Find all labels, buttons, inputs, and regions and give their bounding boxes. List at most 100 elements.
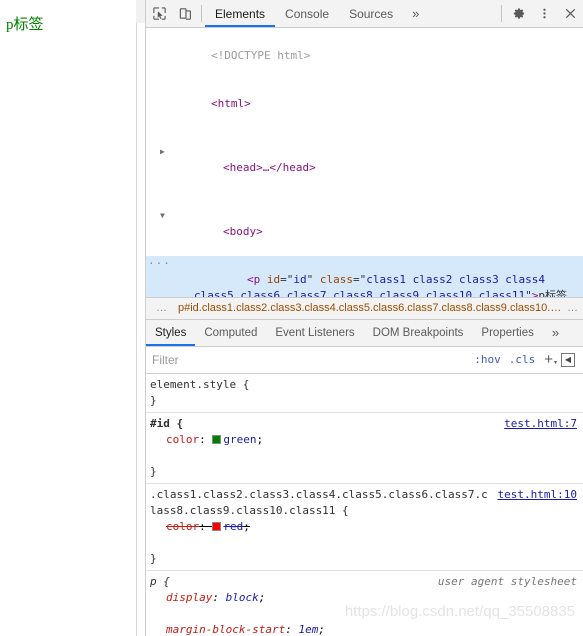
dom-line-doctype: <!DOCTYPE html> [146, 32, 583, 80]
declaration-property[interactable]: color [166, 433, 199, 446]
tab-computed-label: Computed [204, 326, 258, 339]
styles-rules-list[interactable]: element.style { } #id { test.html:7 colo… [146, 373, 583, 636]
color-swatch-green[interactable] [212, 434, 222, 444]
dom-line-head[interactable]: ▶ <head>…</head> [146, 128, 583, 192]
declaration-color-red-overridden[interactable]: color: red; [146, 519, 583, 551]
declaration-semicolon: ; [318, 622, 325, 636]
tab-console[interactable]: Console [275, 0, 339, 27]
devtools-window: p标签 Elements Console Sources » <!DOCTYPE… [0, 0, 583, 636]
hov-toggle-button[interactable]: :hov [470, 353, 505, 366]
tab-dom-breakpoints[interactable]: DOM Breakpoints [364, 320, 473, 346]
breadcrumb-overflow-right[interactable]: … [562, 302, 579, 314]
rule-selector[interactable]: .class1.class2.class3.class4.class5.clas… [150, 487, 490, 519]
rule-source-link[interactable]: test.html:7 [496, 416, 577, 432]
rule-selector[interactable]: p { [150, 574, 430, 590]
tab-event-listeners[interactable]: Event Listeners [266, 320, 363, 346]
declaration-display: display: block; [146, 590, 583, 622]
filter-input[interactable] [146, 348, 471, 371]
declaration-property: display [166, 590, 213, 604]
page-content: p标签 [6, 16, 135, 34]
computed-sidebar-toggle[interactable]: ◀ [561, 352, 575, 367]
style-rule-user-agent-p[interactable]: p { user agent stylesheet display: block… [146, 571, 583, 636]
dom-node-selected-p[interactable]: ··· <p id="id" class="class1 class2 class… [146, 256, 583, 297]
tab-console-label: Console [285, 6, 330, 21]
page-viewport: p标签 [0, 0, 146, 636]
rule-header: element.style { [146, 377, 583, 393]
head-collapsed-tag: <head>…</head> [222, 161, 316, 174]
devtools-panel: Elements Console Sources » <!DOCTYPE htm… [146, 0, 583, 636]
cls-toggle-button[interactable]: .cls [505, 353, 540, 366]
style-rule-classes[interactable]: .class1.class2.class3.class4.class5.clas… [146, 484, 583, 571]
rule-close-brace: } [150, 393, 157, 407]
caret-down-icon: ▾ [553, 360, 557, 367]
rule-source-note: user agent stylesheet [437, 574, 577, 588]
p-open-bracket: < [246, 273, 254, 286]
dom-line-html-open[interactable]: <html> [146, 80, 583, 128]
declaration-colon: : [199, 432, 213, 446]
device-toolbar-icon[interactable] [172, 0, 198, 27]
tab-computed[interactable]: Computed [195, 320, 266, 346]
declaration-colon: : [199, 519, 213, 533]
declaration-semicolon: ; [258, 590, 266, 604]
declaration-value[interactable]: red [223, 520, 243, 533]
declaration-color-green[interactable]: color: green; [146, 432, 583, 464]
body-open-tag: <body> [222, 225, 263, 238]
styles-more-tabs-chevron-icon[interactable]: » [543, 320, 568, 346]
rule-selector[interactable]: #id { [150, 416, 496, 432]
toolbar-divider [201, 5, 202, 22]
breadcrumb-path[interactable]: p#id.class1.class2.class3.class4.class5.… [178, 302, 562, 314]
declaration-property[interactable]: color [166, 520, 199, 533]
rule-source-link[interactable]: test.html:10 [490, 487, 577, 503]
styles-pane-tabs: Styles Computed Event Listeners DOM Brea… [146, 318, 583, 347]
chevron-down-icon[interactable]: ▼ [160, 208, 165, 224]
tab-properties[interactable]: Properties [472, 320, 542, 346]
p-attr-id-value[interactable]: id [293, 273, 306, 286]
p-attr-id-name: id [266, 273, 281, 286]
breadcrumb-overflow-left[interactable]: … [150, 302, 178, 314]
tab-elements[interactable]: Elements [205, 0, 276, 27]
declaration-value[interactable]: green [223, 433, 256, 446]
tab-sources-label: Sources [349, 6, 394, 21]
tab-event-listeners-label: Event Listeners [275, 326, 355, 339]
style-rule-element-style[interactable]: element.style { } [146, 374, 583, 413]
declaration-semicolon: ; [243, 519, 250, 533]
tab-styles-label: Styles [155, 326, 187, 339]
kebab-menu-icon[interactable] [531, 0, 557, 27]
viewport-scrollbar[interactable] [136, 23, 145, 636]
dom-tree[interactable]: <!DOCTYPE html> <html> ▶ <head>…</head> … [146, 28, 583, 297]
rule-header: #id { test.html:7 [146, 416, 583, 432]
eq-1: =" [280, 273, 294, 286]
more-tabs-chevron-icon[interactable]: » [403, 0, 428, 27]
declaration-colon: : [212, 590, 226, 604]
rule-header: p { user agent stylesheet [146, 574, 583, 590]
tab-properties-label: Properties [481, 326, 534, 339]
rule-close-brace: } [150, 464, 157, 478]
tab-sources[interactable]: Sources [339, 0, 403, 27]
devtools-toolbar: Elements Console Sources » [146, 0, 583, 28]
quote-1: " [306, 273, 320, 286]
dom-line-body-open[interactable]: ▼ <body> [146, 192, 583, 256]
viewport-scrollbar-cap [136, 0, 145, 23]
new-style-rule-button[interactable]: + ▾ [539, 351, 558, 368]
quote-2: " [525, 289, 532, 297]
inspect-element-icon[interactable] [146, 0, 172, 27]
tab-styles[interactable]: Styles [146, 320, 196, 346]
html-open-tag: <html> [210, 97, 251, 110]
node-overflow-ellipsis[interactable]: ··· [148, 256, 171, 272]
p-inner-text[interactable]: p标签 [538, 289, 567, 297]
close-icon[interactable] [557, 0, 583, 27]
tab-dom-breakpoints-label: DOM Breakpoints [372, 326, 464, 339]
tab-elements-label: Elements [215, 6, 266, 21]
rule-selector[interactable]: element.style { [150, 377, 577, 393]
chevron-right-icon[interactable]: ▶ [160, 144, 165, 160]
declaration-semicolon: ; [256, 432, 264, 446]
plus-icon: + [544, 351, 553, 369]
declaration-property: margin-block-start [166, 622, 286, 636]
gear-icon[interactable] [505, 0, 531, 27]
declaration-margin-block-start: margin-block-start: 1em; [146, 622, 583, 636]
color-swatch-red[interactable] [212, 521, 222, 531]
breadcrumb[interactable]: … p#id.class1.class2.class3.class4.class… [146, 296, 583, 319]
style-rule-id[interactable]: #id { test.html:7 color: green; } [146, 413, 583, 484]
space-1 [260, 273, 267, 286]
